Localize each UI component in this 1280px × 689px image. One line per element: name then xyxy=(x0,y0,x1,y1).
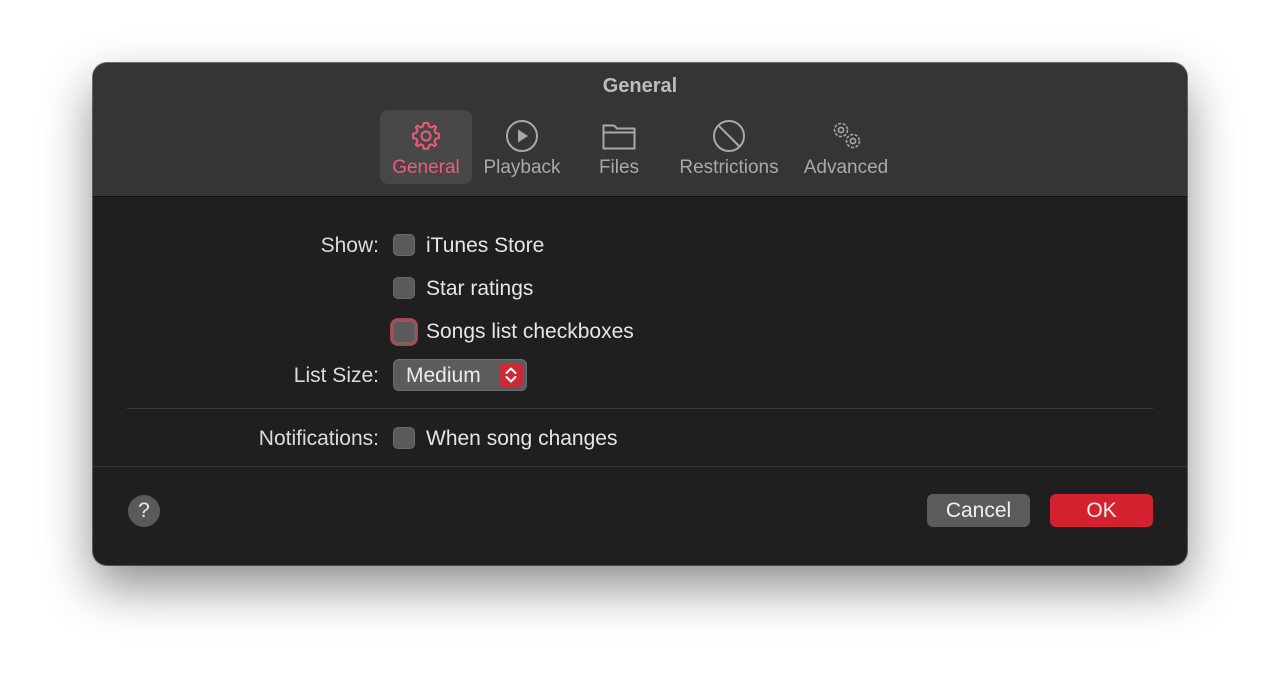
star-ratings-checkbox[interactable] xyxy=(393,277,415,299)
star-ratings-label: Star ratings xyxy=(426,277,534,300)
footer-divider xyxy=(93,466,1187,467)
gear-icon xyxy=(412,122,440,150)
play-circle-icon xyxy=(506,120,538,152)
itunes-store-label: iTunes Store xyxy=(426,234,545,257)
tab-playback-label: Playback xyxy=(483,157,561,178)
list-size-popup[interactable]: Medium xyxy=(393,359,527,391)
tab-bar: General Playback Files Restrictions Adva… xyxy=(93,110,1187,186)
when-song-changes-label: When song changes xyxy=(426,427,618,450)
tab-files-label: Files xyxy=(598,157,640,178)
folder-icon xyxy=(602,124,636,150)
section-divider xyxy=(127,408,1153,409)
list-size-label: List Size: xyxy=(293,364,379,387)
ok-button[interactable]: OK xyxy=(1050,494,1153,527)
list-size-value: Medium xyxy=(406,364,481,387)
preferences-window: General General Playback Files Restricti… xyxy=(93,63,1187,565)
tab-restrictions[interactable]: Restrictions xyxy=(671,110,787,184)
chevron-updown-icon xyxy=(499,363,523,387)
toolbar: General General Playback Files Restricti… xyxy=(93,63,1187,197)
songs-list-checkboxes-label: Songs list checkboxes xyxy=(426,320,634,343)
show-label: Show: xyxy=(320,234,379,257)
tab-playback[interactable]: Playback xyxy=(479,110,565,184)
help-button[interactable]: ? xyxy=(128,495,160,527)
songs-list-checkboxes-checkbox[interactable] xyxy=(393,321,415,343)
tab-restrictions-label: Restrictions xyxy=(679,157,779,178)
notifications-label: Notifications: xyxy=(258,427,379,450)
when-song-changes-checkbox[interactable] xyxy=(393,427,415,449)
tab-advanced[interactable]: Advanced xyxy=(797,110,895,184)
tab-general[interactable]: General xyxy=(380,110,472,184)
prohibited-icon xyxy=(713,120,745,152)
itunes-store-checkbox[interactable] xyxy=(393,234,415,256)
tab-advanced-label: Advanced xyxy=(803,157,889,178)
window-title: General xyxy=(602,75,678,97)
gears-icon xyxy=(833,122,861,149)
cancel-button[interactable]: Cancel xyxy=(927,494,1030,527)
tab-general-label: General xyxy=(392,157,460,178)
tab-files[interactable]: Files xyxy=(579,110,659,184)
